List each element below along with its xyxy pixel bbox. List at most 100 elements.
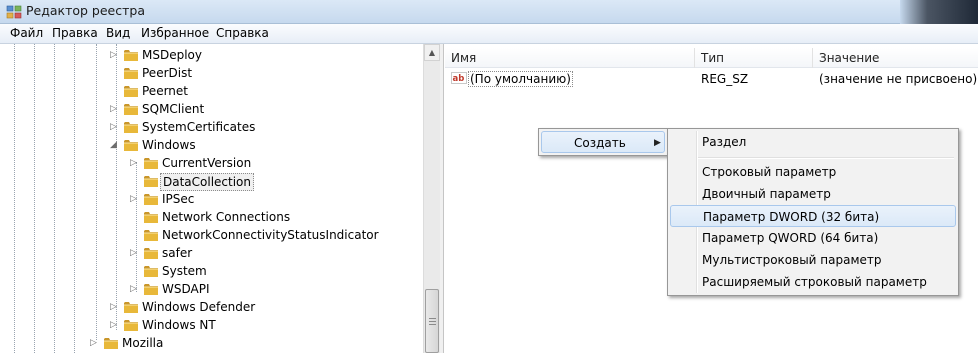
tree-node-label: Mozilla — [122, 336, 164, 350]
thumb-grip — [429, 321, 436, 322]
pane-splitter[interactable] — [440, 44, 444, 353]
folder-icon — [124, 50, 138, 61]
menu-item-expandable-string-value[interactable]: Расширяемый строковый параметр — [670, 271, 956, 293]
tree-node[interactable]: DataCollection — [0, 172, 423, 191]
tree-node[interactable]: Network Connections — [0, 208, 423, 226]
menu-item-create-label: Создать — [574, 136, 626, 150]
folder-icon — [104, 338, 118, 349]
scroll-up-arrow-icon[interactable]: ▲ — [424, 44, 440, 61]
window-title: Редактор реестра — [26, 3, 145, 18]
tree-node-label: SystemCertificates — [142, 120, 256, 134]
tree-node-label: Network Connections — [162, 210, 291, 224]
menu-item-label: Раздел — [702, 135, 747, 149]
tree-node[interactable]: PeerDist — [0, 64, 423, 82]
folder-icon — [124, 86, 138, 97]
submenu-arrow-icon: ▶ — [654, 138, 661, 148]
tree-node[interactable]: ▷ CurrentVersion — [0, 154, 423, 172]
folder-icon — [124, 104, 138, 115]
tree-node-label: CurrentVersion — [162, 156, 252, 170]
tree-node-label: PeerDist — [142, 66, 193, 80]
string-value-icon: ab — [451, 72, 467, 84]
menu-item-key[interactable]: Раздел — [670, 131, 956, 153]
folder-icon — [144, 212, 158, 223]
folder-icon — [144, 158, 158, 169]
tree-node-label: Windows Defender — [142, 300, 256, 314]
tree-node-label: MSDeploy — [142, 48, 202, 62]
expand-arrow-icon[interactable]: ▷ — [110, 103, 119, 115]
tree-node[interactable]: ▷ Windows NT — [0, 316, 423, 334]
tree-node[interactable]: Peernet — [0, 82, 423, 100]
column-header-type[interactable]: Тип — [695, 48, 813, 68]
menu-item-string-value[interactable]: Строковый параметр — [670, 161, 956, 183]
tree-node-label: SQMClient — [142, 102, 205, 116]
expand-arrow-icon[interactable]: ▷ — [130, 157, 139, 169]
expand-arrow-icon[interactable]: ▷ — [130, 247, 139, 259]
expand-arrow-icon[interactable]: ▷ — [130, 283, 139, 295]
tree-node[interactable]: ▷ Windows Defender — [0, 298, 423, 316]
expand-arrow-icon[interactable]: ▷ — [90, 337, 99, 349]
title-bar: Редактор реестра — [0, 0, 978, 24]
column-header-data[interactable]: Значение — [813, 48, 978, 68]
folder-icon — [124, 320, 138, 331]
menu-item-qword-value[interactable]: Параметр QWORD (64 бита) — [670, 227, 956, 249]
column-header-name[interactable]: Имя — [445, 48, 695, 68]
context-menu: Создать ▶ — [538, 128, 668, 156]
tree-node[interactable]: ▷ safer — [0, 244, 423, 262]
menu-file[interactable]: Файл — [10, 26, 43, 40]
tree-node[interactable]: System — [0, 262, 423, 280]
tree-node-label: safer — [162, 246, 193, 260]
expand-arrow-icon[interactable]: ▷ — [110, 301, 119, 313]
expand-arrow-icon[interactable]: ▷ — [130, 193, 139, 205]
tree-node[interactable]: ▷ SystemCertificates — [0, 118, 423, 136]
menu-item-label: Строковый параметр — [702, 165, 837, 179]
expand-arrow-icon[interactable]: ▷ — [110, 319, 119, 331]
tree-node[interactable]: ▷ SQMClient — [0, 100, 423, 118]
tree-node-label: NetworkConnectivityStatusIndicator — [162, 228, 379, 242]
create-submenu: Раздел Строковый параметр Двоичный парам… — [667, 128, 959, 296]
folder-icon — [144, 194, 158, 205]
tree-node[interactable]: ▷ Mozilla — [0, 334, 423, 352]
menu-favorites[interactable]: Избранное — [141, 26, 209, 40]
tree-scrollbar[interactable]: ▲ — [423, 44, 440, 353]
tree-node[interactable]: NetworkConnectivityStatusIndicator — [0, 226, 423, 244]
menu-item-label: Двоичный параметр — [702, 187, 831, 201]
registry-tree[interactable]: ▷ MSDeploy PeerDist Peernet ▷ SQMClient ▷ Syste… — [0, 44, 423, 353]
value-row-name[interactable]: (По умолчанию) — [468, 70, 573, 88]
tree-node[interactable]: ▷ MSDeploy — [0, 46, 423, 64]
tree-node-label: Peernet — [142, 84, 188, 98]
value-name[interactable]: (По умолчанию) — [468, 71, 573, 87]
thumb-grip — [429, 324, 436, 325]
menu-edit[interactable]: Правка — [52, 26, 98, 40]
window-controls-area[interactable] — [900, 0, 978, 24]
menu-help[interactable]: Справка — [216, 26, 269, 40]
svg-text:ab: ab — [453, 74, 465, 84]
folder-icon — [124, 68, 138, 79]
tree-node-label: DataCollection — [160, 173, 255, 191]
tree-node[interactable]: ◢ Windows — [0, 136, 423, 154]
value-row-type: REG_SZ — [701, 72, 749, 86]
folder-icon — [144, 176, 158, 187]
thumb-grip — [429, 318, 436, 319]
scroll-thumb[interactable] — [425, 289, 439, 353]
menu-item-label: Расширяемый строковый параметр — [702, 275, 927, 289]
menu-view[interactable]: Вид — [106, 26, 130, 40]
tree-node[interactable]: ▷ WSDAPI — [0, 280, 423, 298]
collapse-arrow-icon[interactable]: ◢ — [110, 139, 119, 151]
menu-item-label: Параметр DWORD (32 бита) — [703, 210, 880, 224]
expand-arrow-icon[interactable]: ▷ — [110, 121, 119, 133]
tree-node-label: System — [162, 264, 207, 278]
value-row-data: (значение не присвоено) — [819, 72, 978, 86]
folder-icon — [144, 284, 158, 295]
folder-icon — [144, 248, 158, 259]
menu-item-binary-value[interactable]: Двоичный параметр — [670, 183, 956, 205]
menu-separator — [698, 157, 954, 159]
folder-icon — [144, 230, 158, 241]
menu-item-multistring-value[interactable]: Мультистроковый параметр — [670, 249, 956, 271]
tree-node-label: Windows — [142, 138, 196, 152]
menu-item-dword-value[interactable]: Параметр DWORD (32 бита) — [670, 205, 956, 227]
menu-item-create[interactable]: Создать ▶ — [541, 131, 665, 153]
tree-node-label: IPSec — [162, 192, 195, 206]
tree-node[interactable]: ▷ IPSec — [0, 190, 423, 208]
expand-arrow-icon[interactable]: ▷ — [110, 49, 119, 61]
folder-icon — [124, 122, 138, 133]
